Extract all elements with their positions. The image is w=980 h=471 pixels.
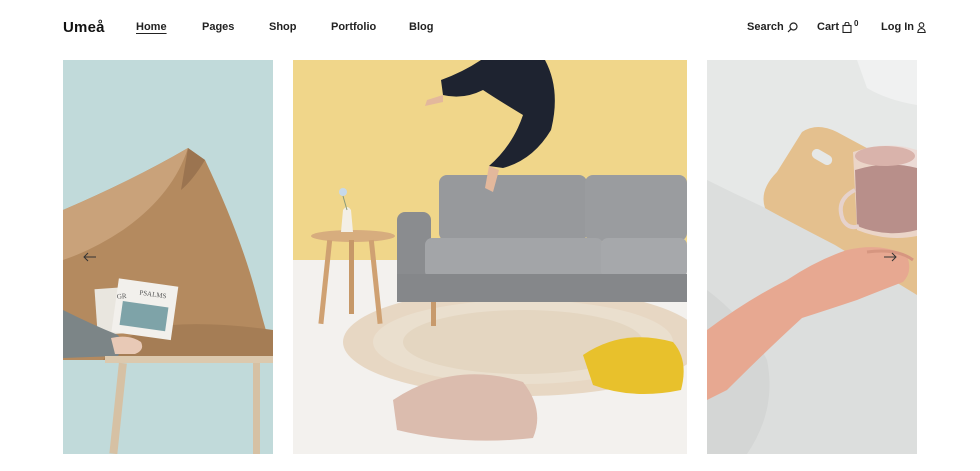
nav-item-shop[interactable]: Shop <box>269 21 297 33</box>
slide-image-paper-books: GR PSALMS <box>63 60 273 454</box>
user-icon <box>917 21 926 33</box>
arrow-right-icon[interactable] <box>883 252 897 262</box>
nav-item-blog[interactable]: Blog <box>409 21 433 33</box>
cart-count-badge: 0 <box>854 18 859 28</box>
search-label: Search <box>747 21 784 33</box>
site-logo[interactable]: Umeå <box>63 19 105 36</box>
login-label: Log In <box>881 21 914 33</box>
cart-button[interactable]: Cart 0 <box>817 18 859 34</box>
cart-label: Cart <box>817 21 840 33</box>
slide-image-sofa <box>293 60 687 454</box>
nav-item-portfolio[interactable]: Portfolio <box>331 21 376 33</box>
bag-icon <box>842 21 852 33</box>
search-icon <box>787 21 798 32</box>
login-button[interactable]: Log In <box>881 21 926 33</box>
search-button[interactable]: Search <box>747 21 798 33</box>
site-header: Umeå Home Pages Shop Portfolio Blog Sear… <box>0 0 980 58</box>
arrow-left-icon[interactable] <box>83 252 97 262</box>
nav-item-home[interactable]: Home <box>136 21 167 33</box>
book-title-left: GR <box>117 292 128 301</box>
nav-item-pages[interactable]: Pages <box>202 21 234 33</box>
slide-image-bed-drink <box>707 60 917 454</box>
